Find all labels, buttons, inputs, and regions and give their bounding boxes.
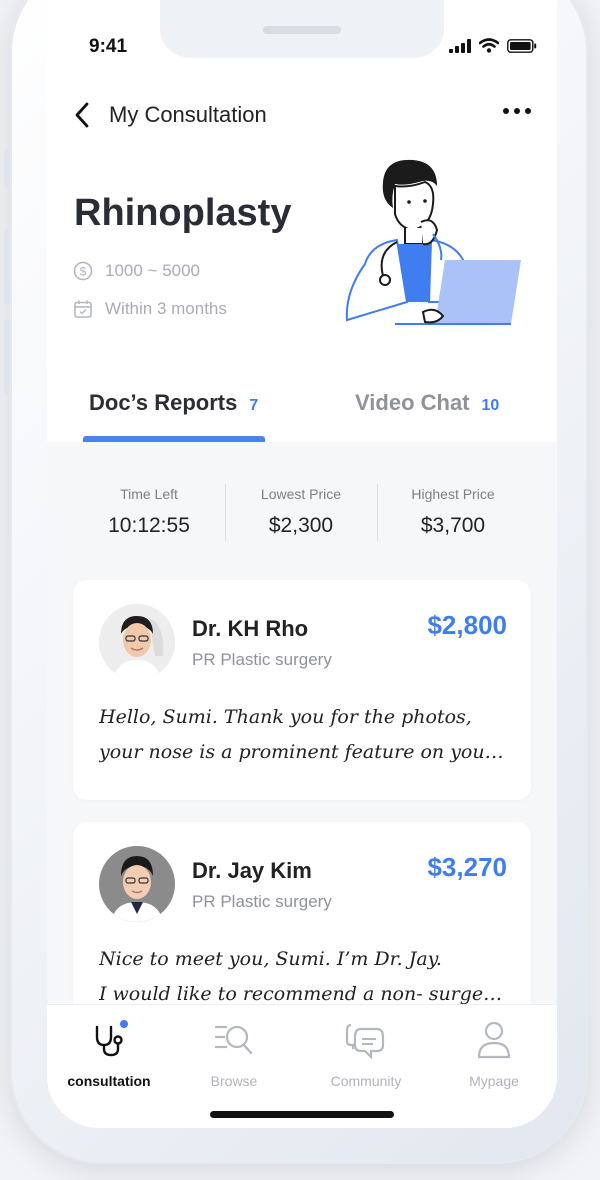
procedure-name: Rhinoplasty [74, 192, 292, 234]
home-indicator[interactable] [210, 1111, 394, 1118]
report-message: Hello, Sumi. Thank you for the photos, y… [99, 700, 511, 770]
message-line: your nose is a prominent feature on your… [99, 741, 511, 763]
tab-label: Video Chat [355, 390, 470, 415]
timeframe: Within 3 months [105, 299, 227, 318]
side-button [4, 320, 10, 394]
wifi-icon [479, 38, 499, 53]
doctor-report-card[interactable]: Dr. KH Rho PR Plastic surgery $2,800 Hel… [73, 580, 531, 800]
budget-row: $ 1000 ~ 5000 [73, 261, 200, 281]
svg-text:$: $ [80, 265, 87, 279]
more-options-icon[interactable] [503, 108, 531, 114]
status-time: 9:41 [89, 36, 128, 57]
header-section: 9:41 My Consultation Rhinoplasty $ 1000 … [47, 0, 557, 442]
status-icons [449, 38, 537, 53]
doctor-department: PR Plastic surgery [192, 650, 332, 669]
back-chevron-icon[interactable] [71, 100, 93, 130]
avatar [99, 846, 175, 922]
nav-community[interactable]: Community [306, 1019, 426, 1089]
notch [160, 0, 444, 58]
tab-count: 10 [481, 397, 500, 414]
doctor-name: Dr. KH Rho [192, 616, 309, 641]
quoted-price: $3,270 [427, 852, 507, 882]
stat-value: 10:12:55 [108, 514, 190, 537]
app-screen: 9:41 My Consultation Rhinoplasty $ 1000 … [47, 0, 557, 1128]
nav-label: Mypage [469, 1073, 519, 1089]
nav-mypage[interactable]: Mypage [434, 1019, 554, 1089]
nav-label: consultation [67, 1073, 151, 1089]
tab-video-chat[interactable]: Video Chat 10 [355, 390, 499, 416]
budget-range: 1000 ~ 5000 [105, 261, 201, 280]
stat-label: Lowest Price [260, 486, 342, 502]
report-message: Nice to meet you, Sumi. I’m Dr. Jay. I w… [99, 942, 511, 1012]
tab-bar: Doc’s Reports 7 Video Chat 10 [47, 378, 557, 442]
message-line: Hello, Sumi. Thank you for the photos, [99, 706, 472, 728]
stat-value: $3,700 [420, 514, 486, 537]
side-button [4, 230, 10, 304]
stat-highest-price: Highest Price $3,700 [378, 486, 528, 538]
tab-count: 7 [249, 397, 259, 414]
doctor-department: PR Plastic surgery [192, 892, 332, 911]
dollar-circle-icon: $ [73, 261, 93, 281]
price-stats: Time Left 10:12:55 Lowest Price $2,300 H… [47, 470, 557, 560]
quoted-price: $2,800 [427, 610, 507, 640]
user-icon [477, 1021, 511, 1059]
side-button [4, 150, 10, 188]
speaker [263, 26, 341, 34]
nav-label: Community [330, 1073, 402, 1089]
message-line: Nice to meet you, Sumi. I’m Dr. Jay. [99, 948, 442, 970]
stat-value: $2,300 [268, 514, 334, 537]
stethoscope-icon [95, 1020, 128, 1057]
timeframe-row: Within 3 months [73, 299, 227, 319]
avatar [99, 604, 175, 680]
doctor-illustration [345, 159, 521, 325]
tab-docs-reports[interactable]: Doc’s Reports 7 [89, 390, 258, 416]
stat-label: Highest Price [411, 486, 495, 502]
stat-lowest-price: Lowest Price $2,300 [226, 486, 376, 538]
active-tab-indicator [83, 436, 265, 442]
calendar-icon [74, 300, 92, 318]
nav-consultation[interactable]: consultation [49, 1019, 169, 1089]
nav-browse[interactable]: Browse [174, 1019, 294, 1089]
battery-icon [507, 39, 537, 53]
tab-label: Doc’s Reports [89, 390, 238, 415]
chat-bubbles-icon [345, 1023, 385, 1059]
page-title: My Consultation [109, 102, 267, 127]
browse-search-icon [215, 1025, 253, 1055]
bottom-nav: consultation Browse Community Mypage [47, 1004, 557, 1128]
signal-icon [449, 39, 471, 53]
doctor-name: Dr. Jay Kim [192, 858, 312, 883]
stat-label: Time Left [120, 486, 178, 502]
stat-time-left: Time Left 10:12:55 [74, 486, 224, 538]
nav-label: Browse [210, 1073, 258, 1089]
